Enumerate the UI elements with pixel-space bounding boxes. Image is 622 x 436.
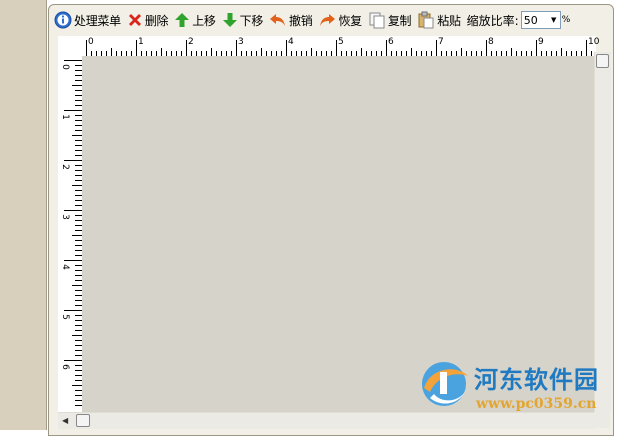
move-down-label: 下移 bbox=[239, 13, 264, 28]
arrow-down-icon bbox=[222, 13, 237, 27]
top-ruler: 0 1 2 3 4 5 6 7 8 9 10 bbox=[82, 36, 600, 57]
left-ruler: 01234567 bbox=[58, 56, 83, 420]
left-border-strip bbox=[0, 0, 47, 430]
top-ruler-number: 0 bbox=[88, 37, 94, 47]
left-ruler-number: 6 bbox=[59, 364, 70, 370]
horizontal-scrollbar[interactable]: ◀ bbox=[58, 412, 594, 429]
redo-label: 恢复 bbox=[338, 13, 362, 28]
top-ruler-number: 1 bbox=[138, 37, 144, 47]
menu-button[interactable]: 处理菜单 bbox=[54, 11, 121, 29]
ruler-corner bbox=[58, 36, 82, 56]
move-down-button[interactable]: 下移 bbox=[222, 12, 263, 29]
toolbar: 处理菜单 删除 上移 下移 撤销 恢复 复制 粘贴 缩放比率: 50 ▼ % bbox=[54, 8, 612, 32]
watermark: 河东软件园 www.pc0359.cn bbox=[416, 358, 620, 414]
watermark-url: www.pc0359.cn bbox=[476, 396, 597, 412]
delete-icon bbox=[128, 14, 141, 26]
paste-label: 粘贴 bbox=[437, 13, 461, 28]
top-ruler-number: 6 bbox=[388, 37, 394, 47]
top-ruler-number: 4 bbox=[288, 37, 294, 47]
delete-button[interactable]: 删除 bbox=[127, 12, 169, 29]
undo-icon bbox=[270, 14, 286, 26]
paste-button[interactable]: 粘贴 bbox=[417, 11, 461, 29]
delete-label: 删除 bbox=[144, 13, 169, 28]
left-ruler-number: 5 bbox=[59, 314, 70, 320]
top-ruler-number: 3 bbox=[238, 37, 244, 47]
move-up-button[interactable]: 上移 bbox=[174, 12, 216, 29]
left-ruler-number: 3 bbox=[59, 214, 70, 220]
move-up-label: 上移 bbox=[192, 13, 216, 28]
top-ruler-number: 10 bbox=[588, 37, 600, 47]
zoom-value: 50 bbox=[523, 13, 538, 27]
undo-label: 撤销 bbox=[289, 13, 313, 28]
arrow-up-icon bbox=[175, 13, 190, 27]
left-ruler-number: 4 bbox=[59, 264, 70, 270]
top-ruler-number: 9 bbox=[538, 37, 544, 47]
top-ruler-number: 5 bbox=[338, 37, 344, 47]
zoom-unit: % bbox=[561, 15, 571, 25]
copy-button[interactable]: 复制 bbox=[368, 11, 412, 29]
top-ruler-number: 8 bbox=[488, 37, 494, 47]
chevron-down-icon[interactable]: ▼ bbox=[548, 12, 560, 28]
left-ruler-number: 2 bbox=[59, 164, 70, 170]
scroll-corner bbox=[594, 412, 610, 428]
paste-icon bbox=[418, 11, 434, 29]
copy-label: 复制 bbox=[387, 13, 412, 28]
top-ruler-number: 7 bbox=[438, 37, 444, 47]
zoom-label: 缩放比率: bbox=[466, 13, 519, 28]
menu-label: 处理菜单 bbox=[74, 13, 121, 28]
info-menu-icon bbox=[54, 11, 72, 29]
top-ruler-number: 2 bbox=[188, 37, 194, 47]
watermark-title: 河东软件园 bbox=[474, 365, 599, 394]
undo-button[interactable]: 撤销 bbox=[269, 12, 313, 29]
zoom-select[interactable]: 50 ▼ bbox=[520, 11, 561, 29]
copy-icon bbox=[369, 12, 385, 29]
redo-icon bbox=[320, 14, 336, 26]
left-ruler-number: 0 bbox=[59, 64, 70, 70]
left-ruler-number: 1 bbox=[59, 114, 70, 120]
redo-button[interactable]: 恢复 bbox=[318, 12, 362, 29]
scroll-left-arrow-icon[interactable]: ◀ bbox=[62, 416, 68, 425]
vertical-scroll-thumb[interactable] bbox=[596, 54, 609, 68]
horizontal-scroll-thumb[interactable] bbox=[76, 414, 90, 427]
watermark-logo-icon bbox=[422, 362, 468, 406]
left-ruler-ticks bbox=[64, 60, 82, 406]
